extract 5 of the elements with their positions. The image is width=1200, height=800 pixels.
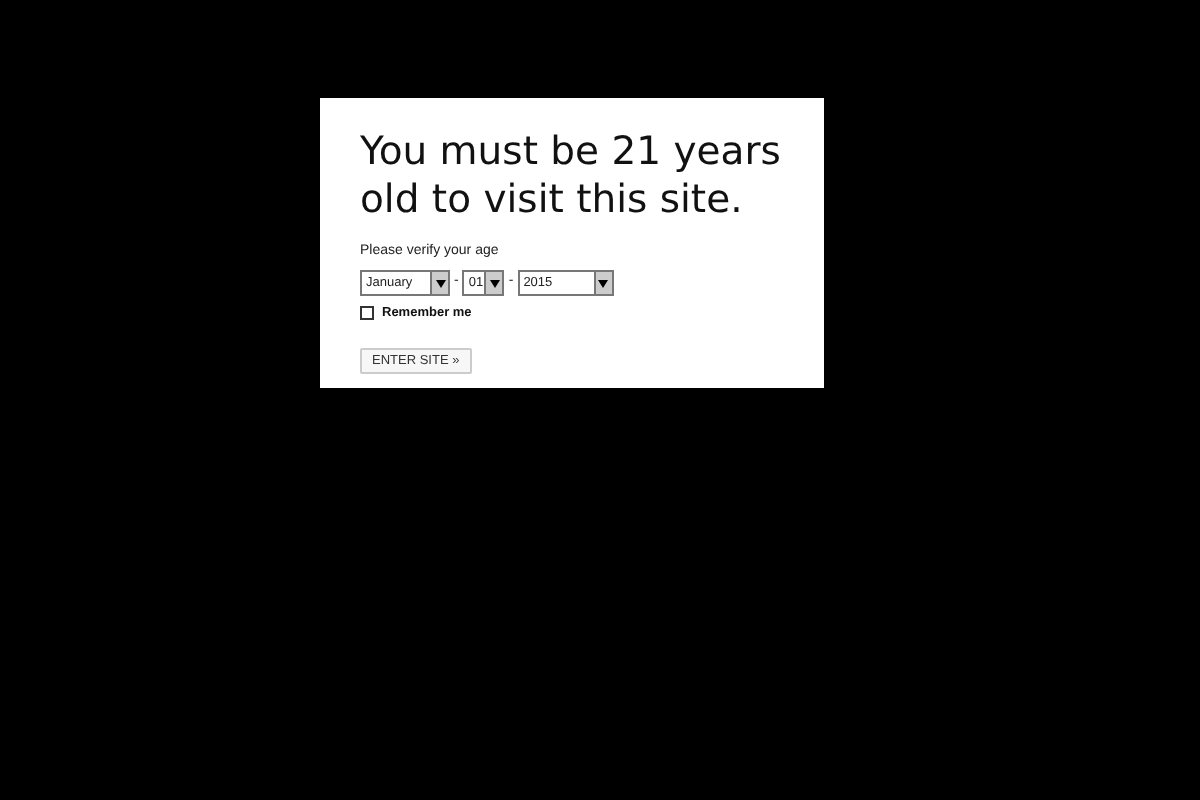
dialog-title: You must be 21 years old to visit this site. xyxy=(360,128,783,224)
checkbox[interactable] xyxy=(360,306,374,321)
caret-icon xyxy=(435,279,445,287)
caret-icon xyxy=(598,279,609,287)
caret-icon xyxy=(489,279,500,287)
